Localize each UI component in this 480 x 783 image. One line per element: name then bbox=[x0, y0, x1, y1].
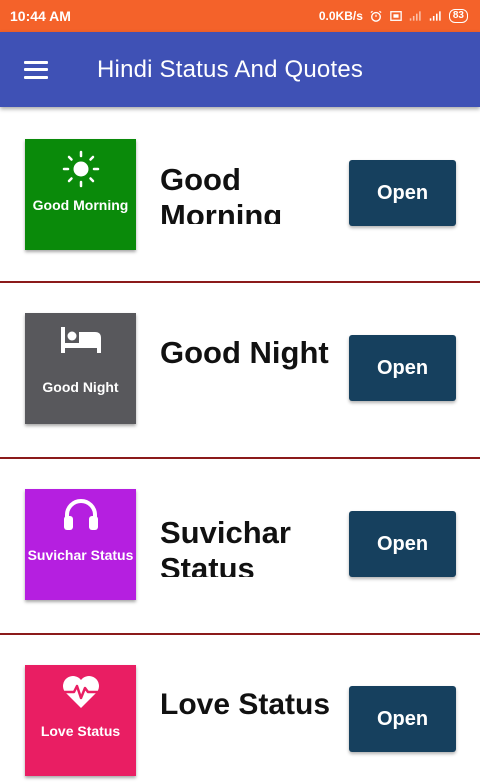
open-button-suvichar-status[interactable]: Open bbox=[349, 511, 456, 577]
category-card-good-night: Good Night Good Night Open bbox=[0, 283, 480, 459]
sun-icon bbox=[62, 150, 99, 188]
category-list: Good Morning Good Morning Open Good Nigh… bbox=[0, 107, 480, 783]
category-card-suvichar-status: Suvichar Status Suvichar Status Open bbox=[0, 459, 480, 635]
category-thumbnail[interactable]: Good Night bbox=[25, 313, 136, 424]
category-title: Good Morning bbox=[160, 162, 283, 224]
thumbnail-caption: Good Morning bbox=[32, 197, 129, 213]
hamburger-menu-button[interactable] bbox=[0, 32, 72, 107]
headphones-icon bbox=[63, 499, 98, 530]
heart-pulse-icon bbox=[62, 676, 99, 708]
signal-icon bbox=[429, 11, 441, 21]
category-thumbnail[interactable]: Love Status bbox=[25, 665, 136, 776]
app-bar: Hindi Status And Quotes bbox=[0, 32, 480, 107]
category-card-good-morning: Good Morning Good Morning Open bbox=[0, 107, 480, 283]
battery-icon: 83 bbox=[448, 9, 468, 23]
category-card-love-status: Love Status Love Status Open bbox=[0, 635, 480, 783]
status-bar: 10:44 AM 0.0KB/s 83 bbox=[0, 0, 480, 32]
alarm-icon bbox=[370, 10, 382, 22]
network-speed: 0.0KB/s bbox=[318, 9, 363, 23]
category-thumbnail[interactable]: Suvichar Status bbox=[25, 489, 136, 600]
thumbnail-caption: Love Status bbox=[40, 723, 121, 739]
app-title: Hindi Status And Quotes bbox=[97, 55, 364, 83]
category-title: Suvichar Status bbox=[160, 515, 291, 577]
category-title: Good Night bbox=[160, 335, 329, 370]
open-button-love-status[interactable]: Open bbox=[349, 686, 456, 752]
category-thumbnail[interactable]: Good Morning bbox=[25, 139, 136, 250]
bed-icon bbox=[60, 327, 101, 353]
hamburger-menu-icon bbox=[24, 60, 48, 79]
thumbnail-caption: Good Night bbox=[42, 379, 119, 395]
signal-4g-icon bbox=[409, 11, 421, 21]
data-saver-icon bbox=[390, 11, 402, 21]
status-time: 10:44 AM bbox=[10, 8, 71, 24]
open-button-good-night[interactable]: Open bbox=[349, 335, 456, 401]
category-title: Love Status bbox=[160, 688, 331, 721]
open-button-good-morning[interactable]: Open bbox=[349, 160, 456, 226]
status-icons: 0.0KB/s 83 bbox=[319, 9, 468, 23]
thumbnail-caption: Suvichar Status bbox=[27, 547, 134, 563]
